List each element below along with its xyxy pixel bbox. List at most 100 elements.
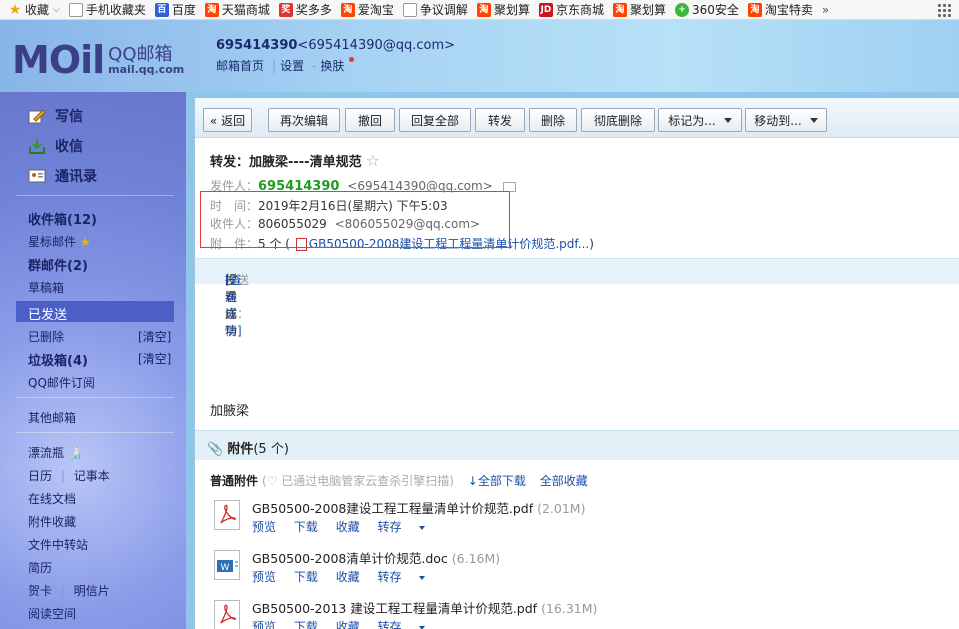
save-all-link[interactable]: 全部收藏 xyxy=(540,474,588,488)
app-resume[interactable]: 简历 xyxy=(28,559,52,576)
pencil-icon xyxy=(28,109,46,124)
mail-toolbar: « 返回 再次编辑 撤回 回复全部 转发 删除 彻底删除 标记为... 移动到.… xyxy=(195,98,959,138)
folder-subscriptions[interactable]: QQ邮件订阅 xyxy=(28,374,95,391)
jiang-icon: 奖 xyxy=(278,2,293,17)
app-attachment-favorites[interactable]: 附件收藏 xyxy=(28,513,76,530)
folder-starred[interactable]: 星标邮件 ★ xyxy=(28,233,91,250)
attachment-name[interactable]: GB50500-2013 建设工程工程量清单计价规范.pdf xyxy=(252,601,537,616)
mobile-icon xyxy=(68,2,83,17)
save-to-dropdown[interactable]: 转存 xyxy=(378,620,439,629)
reply-all-button[interactable]: 回复全部 xyxy=(399,108,471,132)
back-button[interactable]: « 返回 xyxy=(203,108,252,132)
sidebar-divider xyxy=(16,195,174,196)
contacts-button[interactable]: 通讯录 xyxy=(28,166,97,186)
account-info: 695414390<695414390@qq.com> 邮箱首页 | 设置 - 换肤 xyxy=(216,38,456,73)
contact-card-icon[interactable] xyxy=(502,181,516,192)
baidu-icon: 百 xyxy=(154,2,169,17)
main-area: « 返回 再次编辑 撤回 回复全部 转发 删除 彻底删除 标记为... 移动到.… xyxy=(186,92,959,629)
move-to-dropdown[interactable]: 移动到... xyxy=(745,108,827,132)
compose-button[interactable]: 写信 xyxy=(28,106,83,126)
folder-deleted[interactable]: 已删除 [清空] xyxy=(28,328,178,345)
app-online-docs[interactable]: 在线文档 xyxy=(28,490,76,507)
preview-link[interactable]: 预览 xyxy=(252,620,276,629)
recall-button[interactable]: 撤回 xyxy=(345,108,395,132)
attachment-name[interactable]: GB50500-2008清单计价规范.doc xyxy=(252,551,448,566)
star-icon: ★ xyxy=(79,235,91,249)
download-link[interactable]: 下载 xyxy=(294,520,318,534)
save-to-dropdown[interactable]: 转存 xyxy=(378,520,439,534)
document-icon xyxy=(402,2,417,17)
bookmark-taobao-sale[interactable]: 淘 淘宝特卖 xyxy=(747,1,813,18)
mailbox-home-link[interactable]: 邮箱首页 xyxy=(216,59,264,73)
folder-inbox[interactable]: 收件箱(12) xyxy=(28,209,97,228)
taobao-icon: 淘 xyxy=(476,2,491,17)
qq-mail-logo[interactable]: MOil QQ邮箱 mail.qq.com xyxy=(12,38,184,82)
favorite-link[interactable]: 收藏 xyxy=(336,520,360,534)
clear-deleted-link[interactable]: [清空] xyxy=(138,328,171,345)
folder-sent[interactable]: 已发送 xyxy=(16,301,174,323)
preview-link[interactable]: 预览 xyxy=(252,570,276,584)
bookmark-baidu[interactable]: 百 百度 xyxy=(154,1,196,18)
caret-down-icon xyxy=(723,117,732,123)
download-link[interactable]: 下载 xyxy=(294,620,318,629)
app-file-transfer[interactable]: 文件中转站 xyxy=(28,536,88,553)
delivery-status: 发送状态： 投递成功 [查看详情] xyxy=(195,258,959,338)
receive-button[interactable]: 收信 xyxy=(28,136,83,156)
taobao-icon: 淘 xyxy=(612,2,627,17)
save-to-dropdown[interactable]: 转存 xyxy=(378,570,439,584)
download-all-link[interactable]: ↓全部下载 xyxy=(468,474,526,488)
bookmark-360[interactable]: + 360安全 xyxy=(674,1,739,18)
clear-spam-link[interactable]: [清空] xyxy=(138,350,171,367)
bookmarks-more[interactable]: » xyxy=(822,3,829,17)
folder-group-mail[interactable]: 群邮件(2) xyxy=(28,255,88,274)
highlight-box xyxy=(200,191,510,248)
reedit-button[interactable]: 再次编辑 xyxy=(268,108,340,132)
settings-link[interactable]: 设置 xyxy=(280,59,304,73)
app-reading-space[interactable]: 阅读空间 xyxy=(28,605,76,622)
attachment-item: GB50500-2013 建设工程工程量清单计价规范.pdf (16.31M) … xyxy=(210,598,810,629)
delete-button[interactable]: 删除 xyxy=(529,108,577,132)
app-drift-bottle[interactable]: 漂流瓶 🍶 xyxy=(28,444,83,461)
attachment-tools: 普通附件 (♡ 已通过电脑管家云查杀引擎扫描) ↓全部下载 全部收藏 xyxy=(210,474,588,488)
mail-header: MOil QQ邮箱 mail.qq.com 695414390<69541439… xyxy=(0,20,959,92)
forward-button[interactable]: 转发 xyxy=(475,108,525,132)
sidebar-divider xyxy=(16,397,174,398)
app-cards-postcards: 贺卡 | 明信片 xyxy=(28,584,110,598)
bookmark-star[interactable]: ★ 收藏 ⌵ xyxy=(8,1,60,18)
mark-as-dropdown[interactable]: 标记为... xyxy=(658,108,742,132)
attachment-name[interactable]: GB50500-2008建设工程工程量清单计价规范.pdf xyxy=(252,501,533,516)
bookmark-tmall[interactable]: 淘 天猫商城 xyxy=(204,1,270,18)
folder-spam[interactable]: 垃圾箱(4) [清空] xyxy=(28,350,178,369)
folder-drafts[interactable]: 草稿箱 xyxy=(28,279,64,296)
bookmark-jiang[interactable]: 奖 奖多多 xyxy=(278,1,332,18)
chevron-down-icon: ⌵ xyxy=(53,4,60,15)
bookmark-juhuasuan-2[interactable]: 淘 聚划算 xyxy=(612,1,666,18)
bookmark-mobile[interactable]: 手机收藏夹 xyxy=(68,1,146,18)
word-file-icon: W xyxy=(214,550,240,580)
app-calendar[interactable]: 日历 xyxy=(28,469,52,483)
bookmark-jd[interactable]: JD 京东商城 xyxy=(538,1,604,18)
bookmark-dispute[interactable]: 争议调解 xyxy=(402,1,468,18)
account-name: 695414390 xyxy=(216,38,298,53)
mail-subject: 转发：加腋梁----清单规范 ☆ xyxy=(210,151,380,170)
other-mailboxes[interactable]: 其他邮箱 xyxy=(28,409,76,426)
jd-icon: JD xyxy=(538,2,553,17)
360-icon: + xyxy=(674,2,689,17)
bookmark-juhuasuan[interactable]: 淘 聚划算 xyxy=(476,1,530,18)
skin-link[interactable]: 换肤 xyxy=(320,59,344,73)
app-postcards[interactable]: 明信片 xyxy=(74,584,110,598)
favorite-link[interactable]: 收藏 xyxy=(336,620,360,629)
preview-link[interactable]: 预览 xyxy=(252,520,276,534)
mail-body: 加腋梁 xyxy=(210,404,250,419)
delete-permanently-button[interactable]: 彻底删除 xyxy=(581,108,655,132)
favorite-link[interactable]: 收藏 xyxy=(336,570,360,584)
pdf-file-icon xyxy=(214,500,240,530)
apps-grid-icon[interactable] xyxy=(937,3,951,17)
download-link[interactable]: 下载 xyxy=(294,570,318,584)
attachment-item: W GB50500-2008清单计价规范.doc (6.16M) 预览 下载 收… xyxy=(210,548,810,592)
app-notes[interactable]: 记事本 xyxy=(74,469,110,483)
app-greeting-cards[interactable]: 贺卡 xyxy=(28,584,52,598)
bookmark-aitaobao[interactable]: 淘 爱淘宝 xyxy=(340,1,394,18)
view-details-link[interactable]: [查看详情] xyxy=(225,271,242,339)
star-toggle-icon[interactable]: ☆ xyxy=(366,151,380,170)
